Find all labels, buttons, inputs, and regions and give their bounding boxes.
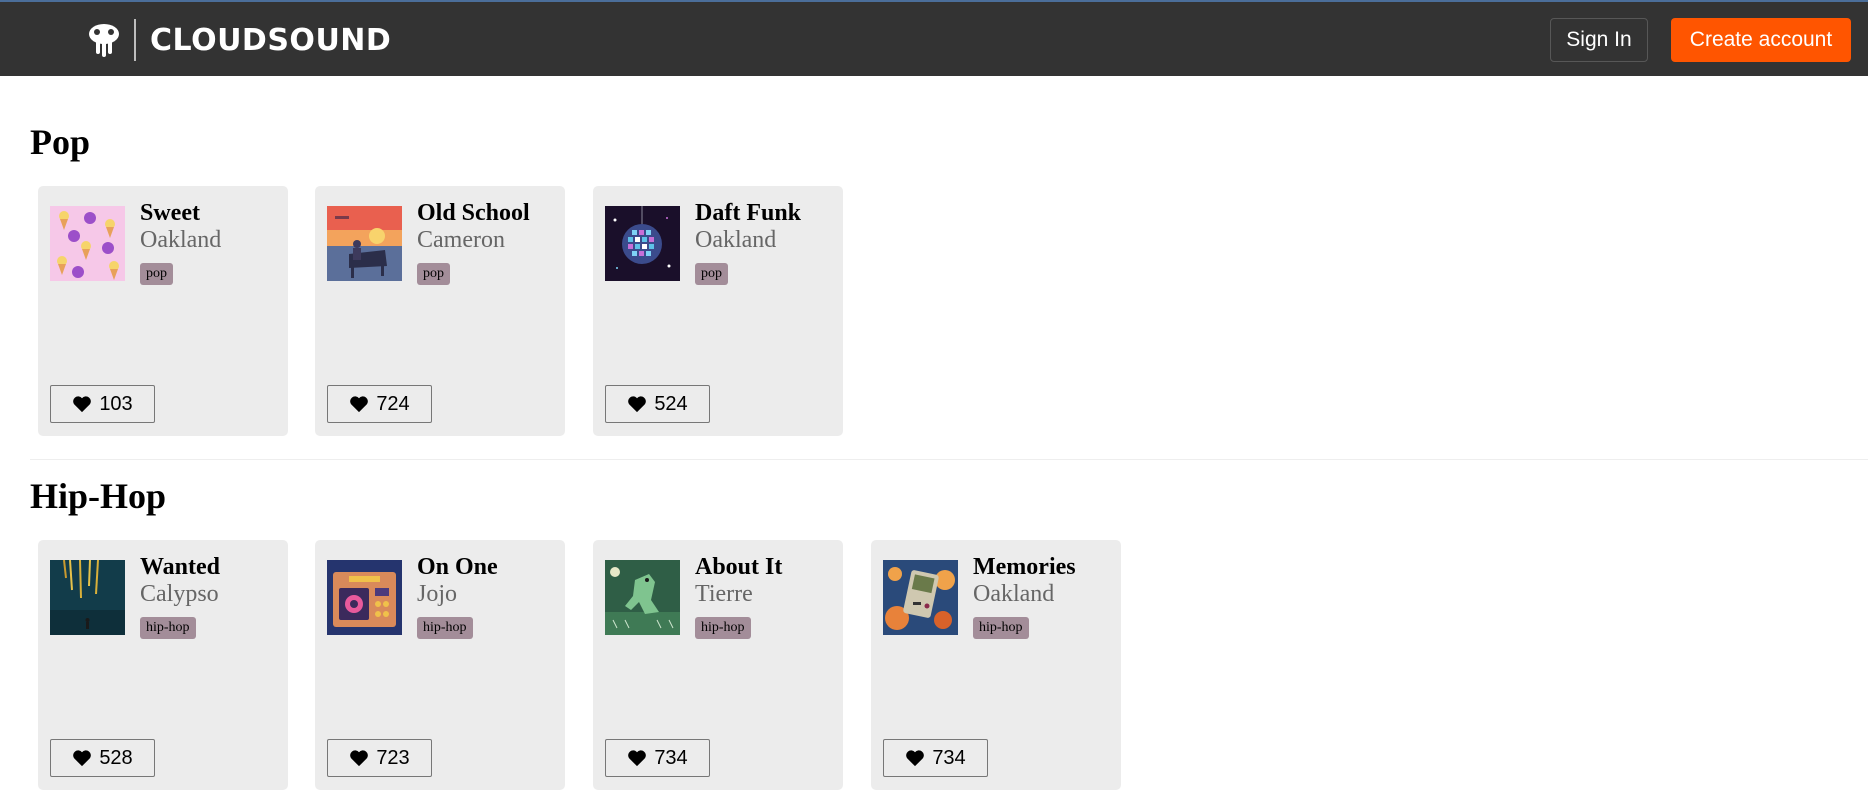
track-artwork[interactable] (605, 560, 680, 635)
heart-icon (73, 396, 92, 413)
like-button[interactable]: 524 (605, 385, 710, 423)
logo-divider (134, 19, 136, 61)
section-title-pop: Pop (30, 122, 91, 162)
track-card[interactable]: Daft Funk Oakland pop 524 (593, 186, 843, 436)
heart-icon (350, 750, 369, 767)
track-card[interactable]: Sweet Oakland pop 103 (38, 186, 288, 436)
genre-tag[interactable]: pop (140, 263, 173, 285)
track-card[interactable]: Memories Oakland hip-hop 734 (871, 540, 1121, 790)
genre-tag[interactable]: hip-hop (973, 617, 1029, 639)
track-artwork[interactable] (50, 560, 125, 635)
track-title[interactable]: Daft Funk (695, 200, 801, 227)
track-title[interactable]: Memories (973, 554, 1076, 581)
track-title[interactable]: On One (417, 554, 498, 581)
night-rain-icon (50, 560, 125, 635)
like-button[interactable]: 528 (50, 739, 155, 777)
track-artist[interactable]: Calypso (140, 581, 219, 608)
genre-tag[interactable]: hip-hop (417, 617, 473, 639)
ice-cream-pattern-icon (50, 206, 125, 281)
like-count: 103 (99, 392, 133, 415)
retro-radio-icon (327, 560, 402, 635)
genre-tag[interactable]: hip-hop (140, 617, 196, 639)
track-artwork[interactable] (605, 206, 680, 281)
track-card[interactable]: Old School Cameron pop 724 (315, 186, 565, 436)
create-account-button[interactable]: Create account (1671, 18, 1851, 62)
track-card[interactable]: On One Jojo hip-hop 723 (315, 540, 565, 790)
track-artwork[interactable] (327, 560, 402, 635)
track-artwork[interactable] (50, 206, 125, 281)
like-button[interactable]: 723 (327, 739, 432, 777)
like-button[interactable]: 734 (605, 739, 710, 777)
like-count: 528 (99, 746, 133, 769)
track-title[interactable]: Wanted (140, 554, 220, 581)
track-artist[interactable]: Jojo (417, 581, 457, 608)
genre-tag[interactable]: pop (695, 263, 728, 285)
green-creature-icon (605, 560, 680, 635)
like-button[interactable]: 724 (327, 385, 432, 423)
piano-sunset-icon (327, 206, 402, 281)
track-artist[interactable]: Tierre (695, 581, 753, 608)
like-count: 723 (376, 746, 410, 769)
heart-icon (73, 750, 92, 767)
like-count: 724 (376, 392, 410, 415)
track-artist[interactable]: Cameron (417, 227, 505, 254)
like-count: 524 (654, 392, 688, 415)
track-artwork[interactable] (883, 560, 958, 635)
genre-tag[interactable]: pop (417, 263, 450, 285)
heart-icon (906, 750, 925, 767)
track-title[interactable]: Sweet (140, 200, 200, 227)
track-artist[interactable]: Oakland (140, 227, 221, 254)
like-button[interactable]: 734 (883, 739, 988, 777)
disco-ball-icon (605, 206, 680, 281)
brand-name: CLOUDSOUND (150, 22, 392, 58)
handheld-console-icon (883, 560, 958, 635)
heart-icon (628, 750, 647, 767)
track-artwork[interactable] (327, 206, 402, 281)
track-artist[interactable]: Oakland (695, 227, 776, 254)
sign-in-button[interactable]: Sign In (1550, 18, 1648, 62)
like-button[interactable]: 103 (50, 385, 155, 423)
like-count: 734 (654, 746, 688, 769)
cloud-logo-icon (89, 24, 119, 57)
like-count: 734 (932, 746, 966, 769)
track-card[interactable]: Wanted Calypso hip-hop 528 (38, 540, 288, 790)
heart-icon (628, 396, 647, 413)
brand-logo[interactable]: CLOUDSOUND (84, 19, 392, 61)
section-divider (30, 459, 1868, 460)
track-artist[interactable]: Oakland (973, 581, 1054, 608)
section-title-hip-hop: Hip-Hop (30, 476, 167, 516)
top-navigation-bar: CLOUDSOUND Sign In Create account (0, 0, 1868, 76)
heart-icon (350, 396, 369, 413)
track-title[interactable]: About It (695, 554, 782, 581)
track-title[interactable]: Old School (417, 200, 530, 227)
track-card[interactable]: About It Tierre hip-hop 734 (593, 540, 843, 790)
genre-tag[interactable]: hip-hop (695, 617, 751, 639)
